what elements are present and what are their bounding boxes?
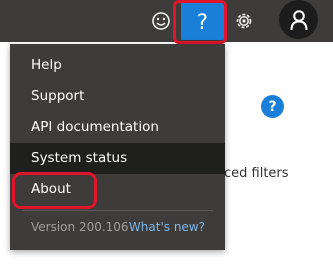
smiley-icon[interactable] bbox=[148, 8, 174, 34]
menu-item-api-documentation[interactable]: API documentation bbox=[10, 112, 225, 143]
profile-avatar[interactable] bbox=[279, 0, 318, 39]
help-button-highlight bbox=[173, 0, 227, 44]
menu-item-support[interactable]: Support bbox=[10, 81, 225, 112]
menu-item-system-status[interactable]: System status bbox=[10, 143, 225, 174]
help-menu: Help Support API documentation System st… bbox=[10, 44, 225, 250]
menu-item-help[interactable]: Help bbox=[10, 50, 225, 81]
gear-icon[interactable] bbox=[231, 8, 257, 34]
advanced-filters-text: ced filters bbox=[224, 166, 289, 181]
info-icon[interactable]: ? bbox=[261, 95, 284, 118]
whats-new-link[interactable]: What's new? bbox=[129, 220, 205, 234]
about-item-highlight bbox=[12, 172, 97, 209]
person-icon bbox=[290, 9, 307, 30]
menu-divider bbox=[22, 210, 213, 211]
version-label: Version 200.106 bbox=[31, 220, 129, 234]
top-navigation-bar: ? bbox=[0, 0, 333, 42]
